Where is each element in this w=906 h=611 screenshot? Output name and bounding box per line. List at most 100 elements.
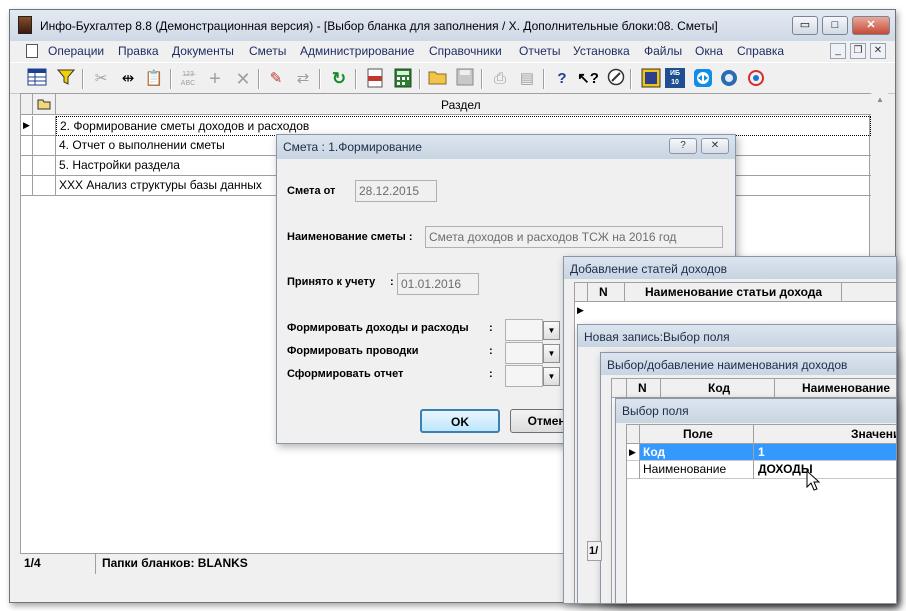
marker-icon[interactable]: ✎ [265,68,287,90]
preview-icon[interactable]: ▤ [516,68,538,90]
field-value-cell[interactable]: ДОХОДЫ [754,461,896,478]
column-header-income-name[interactable]: Наименование статьи дохода [645,285,822,299]
grid-header: N Наименование статьи дохода [575,283,896,302]
minimize-button[interactable]: ▭ [792,16,818,35]
ok-button[interactable]: OK [420,409,500,433]
form-postings-colon: : [489,345,493,357]
save-icon[interactable] [454,68,476,90]
teamviewer-icon[interactable] [692,68,714,90]
field-value-cell[interactable]: 1 [754,444,896,460]
ib10-icon[interactable]: ИБ 10 [665,68,687,90]
dialog-close-button[interactable]: ✕ [701,138,729,154]
menu-bar: Операции Правка Документы Сметы Админист… [10,41,895,61]
grid-divider [841,283,842,302]
row-icon-cell [33,116,56,136]
table-row[interactable]: ▶ Код 1 [627,444,896,461]
print-icon[interactable]: ⎙ [489,68,511,90]
mdi-restore-button[interactable]: ❐ [850,43,866,59]
menu-directories[interactable]: Справочники [429,44,502,58]
chevron-down-icon[interactable]: ▼ [543,344,560,363]
close-button[interactable]: ✕ [852,16,890,35]
field-name-cell[interactable]: Код [640,444,753,460]
grid-divider [774,379,775,398]
estimate-name-field[interactable]: Смета доходов и расходов ТСЖ на 2016 год [425,226,723,248]
table-row[interactable]: ▶ 2. Формирование сметы доходов и расход… [21,116,871,136]
scroll-up-icon[interactable]: ▲ [876,95,884,104]
toolbar-separator [543,69,545,89]
status-divider [95,554,96,574]
chevron-down-icon[interactable]: ▼ [543,321,560,340]
form-postings-label: Формировать проводки [287,345,419,357]
help-button[interactable]: ? [669,138,697,154]
delete-icon[interactable]: ✕ [232,68,254,90]
compass-icon[interactable] [605,68,627,90]
mdi-close-button[interactable]: ✕ [870,43,886,59]
column-header-value[interactable]: Значение [851,427,896,441]
browser-icon[interactable] [718,68,740,90]
open-folder-icon[interactable] [427,68,449,90]
toolbar-separator [481,69,483,89]
add-icon[interactable]: + [204,68,226,90]
menu-settings[interactable]: Установка [573,44,630,58]
network-icon[interactable] [745,68,767,90]
merge-icon[interactable]: ⇹ [117,68,139,90]
info-icon[interactable] [640,68,662,90]
row-pointer-icon: ▶ [577,305,584,315]
row-section-name[interactable]: 2. Формирование сметы доходов и расходов [56,116,871,136]
dialog-title: Новая запись:Выбор поля [578,325,896,347]
column-header-n[interactable]: N [638,381,647,395]
column-header-name[interactable]: Наименование [802,381,890,395]
form-income-combo[interactable]: ▼ [505,319,560,341]
cut-icon[interactable]: ✂ [90,68,112,90]
mdi-minimize-button[interactable]: _ [830,43,846,59]
table-row[interactable]: Наименование ДОХОДЫ [627,461,896,479]
ib-version: 10 [671,79,679,86]
maximize-button[interactable]: □ [822,16,848,35]
replace-icon[interactable]: ⇄ [292,68,314,90]
header-folder-cell [33,94,56,115]
column-header-field[interactable]: Поле [683,427,713,441]
menu-edit[interactable]: Правка [118,44,159,58]
refresh-icon[interactable]: ↻ [328,68,350,90]
date-field[interactable]: 28.12.2015 [355,180,437,202]
ib-label: ИБ [669,70,681,77]
accepted-label: Принято к учету [287,276,376,288]
toolbar-separator [82,69,84,89]
folder-icon [37,98,51,113]
field-name-cell[interactable]: Наименование [640,461,753,478]
form-report-combo[interactable]: ▼ [505,365,560,387]
pdf-icon[interactable] [364,68,386,90]
chevron-down-icon[interactable]: ▼ [543,367,560,386]
menu-help[interactable]: Справка [737,44,784,58]
menu-reports[interactable]: Отчеты [519,44,560,58]
numbering-icon[interactable]: 1̶2̶3̶ ABC [177,68,199,90]
help-icon[interactable]: ? [551,68,573,90]
toolbar-separator [170,69,172,89]
context-help-icon[interactable]: ↖? [577,68,599,90]
table-icon[interactable] [26,68,48,90]
form-income-colon: : [489,322,493,334]
menu-files[interactable]: Файлы [644,44,682,58]
column-header-code[interactable]: Код [708,381,730,395]
column-header-section[interactable]: Раздел [441,98,481,112]
menu-administration[interactable]: Администрирование [300,44,414,58]
filter-icon[interactable] [55,68,77,90]
menu-estimates[interactable]: Сметы [249,44,286,58]
title-bar: Инфо-Бухгалтер 8.8 (Демонстрационная вер… [10,10,895,41]
paste-icon[interactable]: 📋 [143,68,165,90]
app-icon [18,16,32,34]
document-icon [26,44,38,58]
menu-documents[interactable]: Документы [172,44,234,58]
row-icon-cell [33,136,56,156]
dialog-title: Добавление статей доходов [564,257,896,279]
grid-footer-position: 1/ [587,541,602,561]
calculator-icon[interactable] [392,68,414,90]
form-postings-combo[interactable]: ▼ [505,342,560,364]
row-icon-cell [33,156,56,176]
form-income-label: Формировать доходы и расходы [287,322,469,334]
row-indicator [21,136,33,156]
menu-windows[interactable]: Окна [695,44,723,58]
accepted-date-field[interactable]: 01.01.2016 [397,273,479,295]
column-header-n[interactable]: N [599,285,608,299]
menu-operations[interactable]: Операции [48,44,104,58]
